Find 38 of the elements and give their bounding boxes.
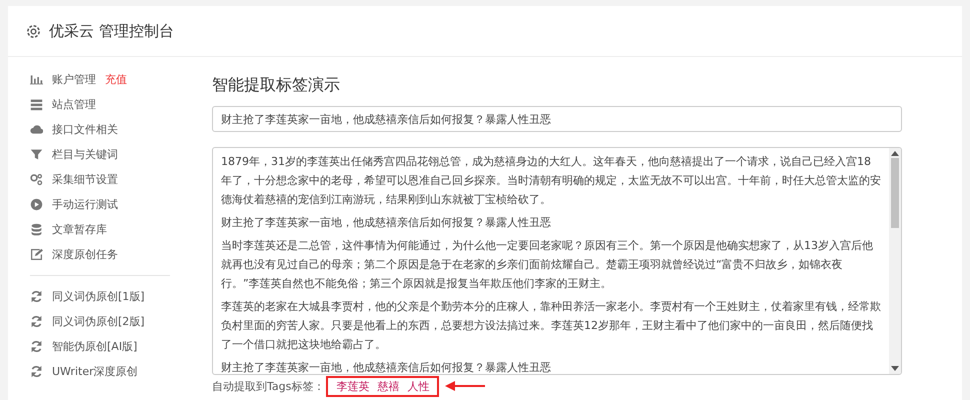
sidebar-item[interactable]: UWriter深度原创 — [30, 359, 190, 384]
menu-item-icon — [30, 223, 43, 236]
tag[interactable]: 慈禧 — [377, 378, 400, 394]
menu-item-icon — [30, 248, 43, 261]
sidebar-item[interactable]: 深度原创任务 — [30, 242, 190, 267]
menu-item-icon — [30, 73, 43, 86]
pointer-arrow — [445, 380, 486, 392]
scrollbar-thumb[interactable] — [891, 158, 899, 228]
refresh-icon — [30, 315, 43, 328]
sidebar-item[interactable]: 采集细节设置 — [30, 167, 190, 192]
sidebar-item[interactable]: 站点管理 — [30, 92, 190, 117]
tags-label: 自动提取到Tags标签： — [212, 378, 324, 394]
recharge-link[interactable]: 充值 — [105, 72, 127, 87]
refresh-icon — [30, 290, 43, 303]
menu-item-icon — [30, 148, 43, 161]
sidebar-item[interactable]: 手动运行测试 — [30, 192, 190, 217]
sidebar-item[interactable]: 栏目与关键词 — [30, 142, 190, 167]
refresh-icon — [30, 365, 43, 378]
scrollbar[interactable] — [889, 148, 901, 374]
menu-item-icon — [30, 173, 43, 186]
title-input-field[interactable]: 财主抢了李莲英家一亩地，他成慈禧亲信后如何报复？暴露人性丑恶 — [212, 106, 902, 132]
sidebar-item[interactable]: 同义词伪原创[2版] — [30, 309, 190, 334]
sidebar-item[interactable]: 账户管理 充值 — [30, 67, 190, 92]
menu-item-icon — [30, 98, 43, 111]
console-title: 优采云 管理控制台 — [49, 22, 174, 40]
settings-icon — [26, 24, 41, 38]
page-title: 智能提取标签演示 — [212, 75, 341, 96]
sidebar-item[interactable]: 同义词伪原创[1版] — [30, 284, 190, 309]
tag[interactable]: 人性 — [407, 378, 430, 394]
sidebar-item[interactable]: 接口文件相关 — [30, 117, 190, 142]
sidebar-item[interactable]: 文章暂存库 — [30, 217, 190, 242]
refresh-icon — [30, 340, 43, 353]
scroll-up-icon[interactable] — [891, 151, 899, 156]
scroll-down-icon[interactable] — [891, 366, 899, 371]
menu-item-icon — [30, 198, 43, 211]
tag[interactable]: 李莲英 — [336, 378, 370, 394]
menu-item-icon — [30, 123, 43, 136]
sidebar-item[interactable]: 智能伪原创[AI版] — [30, 334, 190, 359]
